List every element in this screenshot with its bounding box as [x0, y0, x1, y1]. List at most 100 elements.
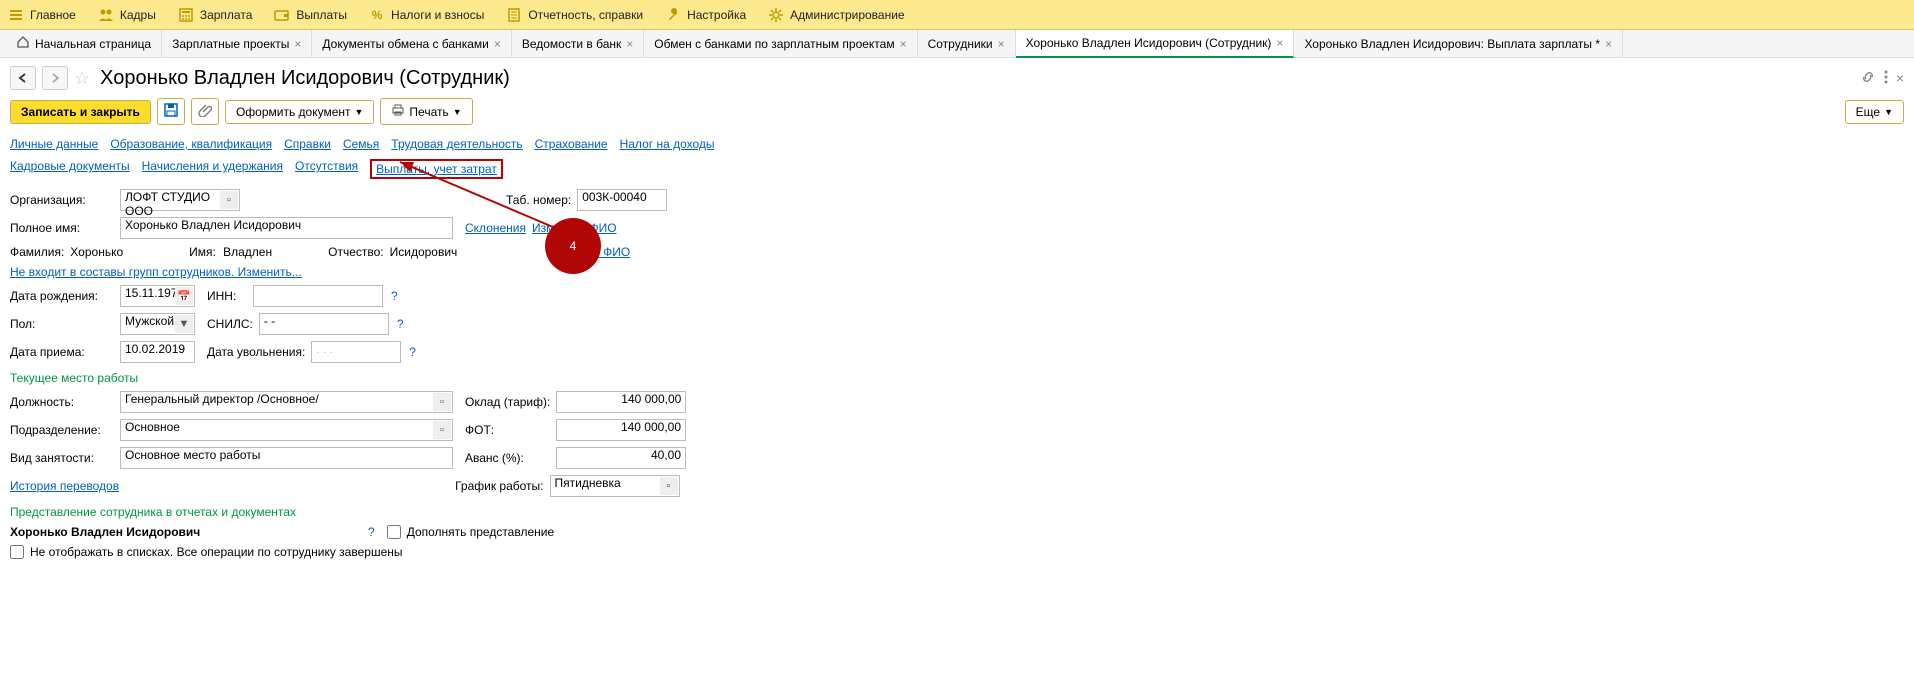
tab-label: Зарплатные проекты — [172, 37, 289, 51]
link-education[interactable]: Образование, квалификация — [110, 137, 272, 151]
link-refs[interactable]: Справки — [284, 137, 331, 151]
menu-label: Администрирование — [790, 8, 904, 22]
link-accruals[interactable]: Начисления и удержания — [142, 159, 283, 179]
help-icon[interactable]: ? — [368, 525, 375, 539]
page-header: ☆ Хоронько Владлен Исидорович (Сотрудник… — [0, 58, 1914, 98]
favorite-star-icon[interactable]: ☆ — [74, 68, 90, 89]
lookup-icon[interactable]: ▫ — [433, 421, 451, 439]
close-icon[interactable]: × — [626, 37, 633, 51]
tab-home[interactable]: Начальная страница — [6, 30, 162, 58]
button-label: Записать и закрыть — [21, 105, 140, 119]
sex-select[interactable]: Мужской▼ — [120, 313, 195, 335]
menu-label: Зарплата — [200, 8, 253, 22]
org-label: Организация: — [10, 193, 114, 207]
help-icon[interactable]: ? — [397, 317, 404, 331]
record-close-button[interactable]: Записать и закрыть — [10, 100, 151, 124]
close-icon[interactable]: × — [900, 37, 907, 51]
link-hr-docs[interactable]: Кадровые документы — [10, 159, 130, 179]
dept-input[interactable]: Основное▫ — [120, 419, 453, 441]
link-personal[interactable]: Личные данные — [10, 137, 98, 151]
close-icon[interactable]: × — [998, 37, 1005, 51]
extend-repr-checkbox[interactable] — [387, 525, 401, 539]
tab-employee-card[interactable]: Хоронько Владлен Исидорович (Сотрудник)× — [1016, 30, 1295, 58]
salary-input[interactable]: 140 000,00 — [556, 391, 686, 413]
fire-input[interactable]: . . . — [311, 341, 401, 363]
kebab-icon[interactable] — [1884, 69, 1888, 88]
link-family[interactable]: Семья — [343, 137, 379, 151]
attach-button[interactable] — [191, 98, 219, 125]
wallet-icon — [274, 7, 290, 23]
hire-input[interactable]: 10.02.2019 — [120, 341, 195, 363]
menu-label: Настройка — [687, 8, 746, 22]
link-insurance[interactable]: Страхование — [535, 137, 608, 151]
save-button[interactable] — [157, 98, 185, 125]
menu-admin[interactable]: Администрирование — [768, 7, 904, 23]
help-icon[interactable]: ? — [409, 345, 416, 359]
fire-value: . . . — [316, 342, 333, 356]
tab-salary-payment[interactable]: Хоронько Владлен Исидорович: Выплата зар… — [1294, 30, 1623, 58]
lookup-icon[interactable]: ▫ — [220, 191, 238, 209]
menu-settings[interactable]: Настройка — [665, 7, 746, 23]
lookup-icon[interactable]: ▫ — [433, 393, 451, 411]
fullname-label: Полное имя: — [10, 221, 114, 235]
tab-label: Начальная страница — [35, 37, 151, 51]
make-document-button[interactable]: Оформить документ▼ — [225, 100, 374, 124]
transfer-history-link[interactable]: История переводов — [10, 479, 119, 493]
inn-input[interactable] — [253, 285, 383, 307]
more-button[interactable]: Еще▼ — [1845, 100, 1904, 124]
menu-reports[interactable]: Отчетность, справки — [506, 7, 643, 23]
menu-main[interactable]: Главное — [8, 7, 76, 23]
menu-hr[interactable]: Кадры — [98, 7, 156, 23]
link-icon[interactable] — [1860, 69, 1876, 88]
birth-input[interactable]: 15.11.1975📅 — [120, 285, 195, 307]
close-icon[interactable]: × — [294, 37, 301, 51]
tab-bank-sheets[interactable]: Ведомости в банк× — [512, 30, 644, 58]
groups-link[interactable]: Не входит в составы групп сотрудников. И… — [10, 265, 302, 279]
link-work[interactable]: Трудовая деятельность — [391, 137, 522, 151]
print-button[interactable]: Печать▼ — [380, 98, 472, 125]
hide-in-lists-checkbox[interactable] — [10, 545, 24, 559]
surname-value: Хоронько — [70, 245, 123, 259]
menu-salary[interactable]: Зарплата — [178, 7, 253, 23]
close-icon[interactable]: × — [1605, 37, 1612, 51]
wrench-icon — [665, 7, 681, 23]
close-icon[interactable]: × — [1276, 36, 1283, 50]
help-icon[interactable]: ? — [391, 289, 398, 303]
calendar-icon[interactable]: 📅 — [175, 287, 193, 305]
back-button[interactable] — [10, 66, 36, 90]
printer-icon — [391, 103, 405, 120]
current-place-heading: Текущее место работы — [10, 371, 1904, 385]
menu-label: Налоги и взносы — [391, 8, 484, 22]
home-icon — [16, 35, 30, 52]
tab-bar: Начальная страница Зарплатные проекты × Д… — [0, 30, 1914, 58]
forward-button[interactable] — [42, 66, 68, 90]
menu-payments[interactable]: Выплаты — [274, 7, 347, 23]
fot-input[interactable]: 140 000,00 — [556, 419, 686, 441]
lookup-icon[interactable]: ▫ — [660, 477, 678, 495]
fire-label: Дата увольнения: — [207, 345, 305, 359]
tab-employees[interactable]: Сотрудники× — [918, 30, 1016, 58]
close-page-icon[interactable]: × — [1896, 70, 1904, 86]
snils-input[interactable]: - - — [259, 313, 389, 335]
tab-exchange-docs[interactable]: Документы обмена с банками× — [312, 30, 511, 58]
menu-taxes[interactable]: % Налоги и взносы — [369, 7, 484, 23]
link-income-tax[interactable]: Налог на доходы — [620, 137, 715, 151]
sex-value: Мужской — [125, 314, 174, 328]
fullname-value: Хоронько Владлен Исидорович — [125, 218, 301, 232]
emptype-value: Основное место работы — [125, 448, 260, 462]
dept-label: Подразделение: — [10, 423, 114, 437]
button-label: Оформить документ — [236, 105, 351, 119]
org-input[interactable]: ЛОФТ СТУДИО ООО▫ — [120, 189, 240, 211]
position-input[interactable]: Генеральный директор /Основное/▫ — [120, 391, 453, 413]
caret-down-icon[interactable]: ▼ — [175, 315, 193, 333]
tab-bank-exchange[interactable]: Обмен с банками по зарплатным проектам× — [644, 30, 917, 58]
close-icon[interactable]: × — [494, 37, 501, 51]
emptype-input[interactable]: Основное место работы — [120, 447, 453, 469]
tab-projects[interactable]: Зарплатные проекты × — [162, 30, 312, 58]
link-absences[interactable]: Отсутствия — [295, 159, 358, 179]
org-value: ЛОФТ СТУДИО ООО — [125, 190, 210, 218]
patr-label: Отчество: — [328, 245, 384, 259]
advance-input[interactable]: 40,00 — [556, 447, 686, 469]
schedule-input[interactable]: Пятидневка▫ — [550, 475, 680, 497]
birth-label: Дата рождения: — [10, 289, 114, 303]
